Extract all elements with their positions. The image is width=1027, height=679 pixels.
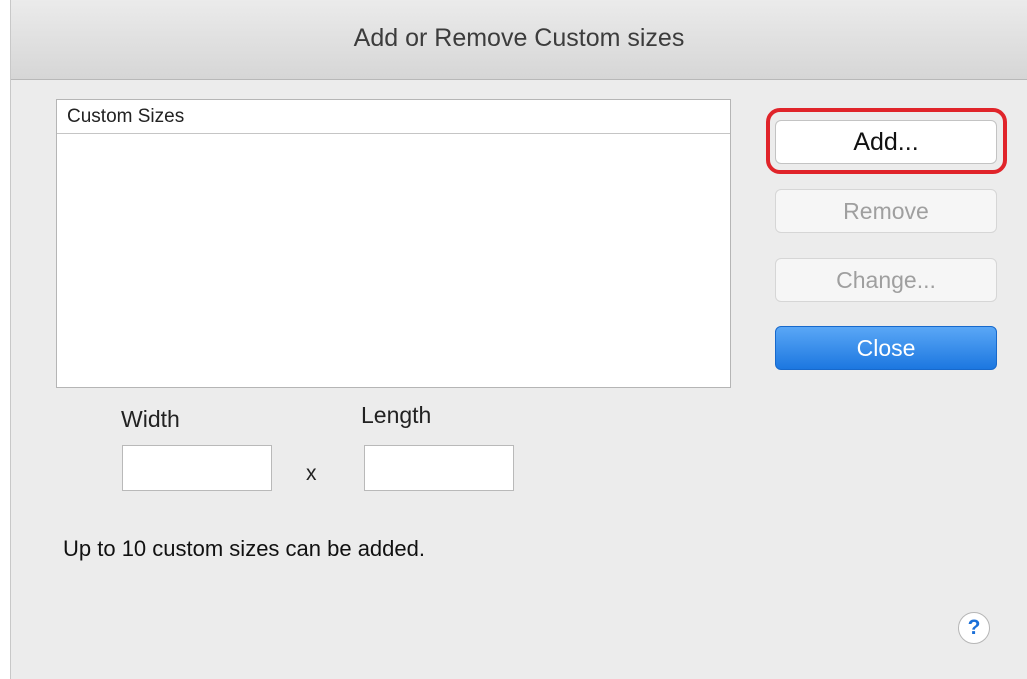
width-label: Width	[121, 406, 180, 432]
remove-button[interactable]: Remove	[775, 189, 997, 233]
limit-note: Up to 10 custom sizes can be added.	[63, 536, 425, 561]
custom-sizes-list[interactable]: Custom Sizes	[56, 99, 731, 388]
custom-sizes-dialog: Add or Remove Custom sizes Custom Sizes …	[10, 0, 1027, 679]
list-column-header: Custom Sizes	[57, 100, 730, 134]
length-label: Length	[361, 402, 432, 428]
width-field[interactable]	[122, 445, 272, 491]
help-icon[interactable]: ?	[958, 612, 990, 644]
length-field[interactable]	[364, 445, 514, 491]
dimension-separator: x	[306, 462, 317, 485]
window-title: Add or Remove Custom sizes	[353, 24, 685, 52]
title-bar[interactable]: Add or Remove Custom sizes	[11, 0, 1027, 80]
close-button[interactable]: Close	[775, 326, 997, 370]
change-button[interactable]: Change...	[775, 258, 997, 302]
add-button[interactable]: Add...	[775, 120, 997, 164]
